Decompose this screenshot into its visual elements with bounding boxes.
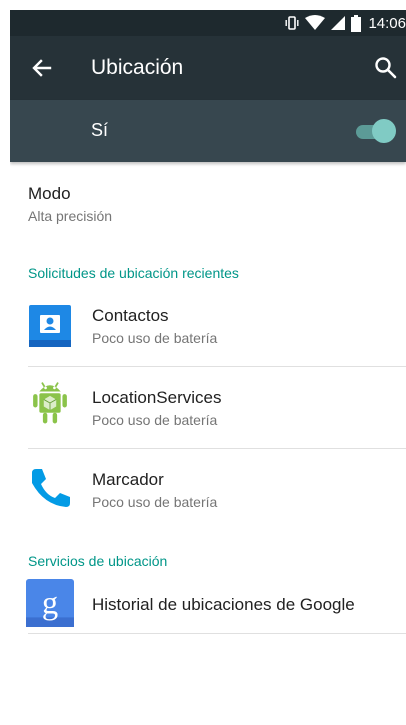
location-master-toggle[interactable]: Sí (10, 100, 406, 162)
app-name: Marcador (92, 470, 164, 489)
page-title: Ubicación (91, 56, 184, 79)
search-icon (375, 57, 397, 79)
toggle-label: Sí (91, 120, 109, 140)
app-usage: Poco uso de batería (92, 412, 218, 428)
signal-icon (331, 16, 346, 30)
back-button[interactable] (28, 54, 56, 82)
app-usage: Poco uso de batería (92, 494, 218, 510)
wifi-icon (305, 15, 326, 30)
list-item-marcador[interactable]: Marcador Poco uso de batería (10, 449, 406, 531)
google-icon: g (26, 579, 74, 627)
list-item-google-location-history[interactable]: g Historial de ubicaciones de Google (10, 575, 406, 633)
location-services-header: Servicios de ubicación (28, 553, 168, 569)
app-name: LocationServices (92, 388, 222, 407)
recent-requests-header: Solicitudes de ubicación recientes (28, 265, 239, 281)
mode-title: Modo (28, 184, 71, 203)
app-bar: Ubicación (10, 36, 406, 100)
app-name: Contactos (92, 306, 169, 325)
svg-text:g: g (42, 586, 58, 622)
mode-setting[interactable]: Modo Alta precisión (10, 172, 406, 242)
phone-icon (32, 469, 70, 507)
status-icons: 14:06 (284, 10, 406, 36)
battery-icon (351, 14, 362, 32)
status-bar: 14:06 (10, 10, 406, 36)
contacts-icon (29, 305, 71, 347)
vibrate-icon (285, 16, 299, 30)
list-item-contactos[interactable]: Contactos Poco uso de batería (10, 286, 406, 366)
switch-thumb (372, 119, 396, 143)
arrow-back-icon (32, 59, 52, 77)
frame-left (0, 0, 10, 725)
search-button[interactable] (372, 54, 400, 82)
frame-top (0, 0, 406, 10)
divider (28, 633, 406, 634)
list-item-locationservices[interactable]: LocationServices Poco uso de batería (10, 367, 406, 448)
android-icon (33, 382, 67, 424)
app-usage: Poco uso de batería (92, 330, 218, 346)
service-name: Historial de ubicaciones de Google (92, 595, 355, 614)
status-time: 14:06 (368, 14, 406, 32)
location-switch[interactable] (356, 118, 396, 144)
mode-value: Alta precisión (28, 208, 113, 224)
